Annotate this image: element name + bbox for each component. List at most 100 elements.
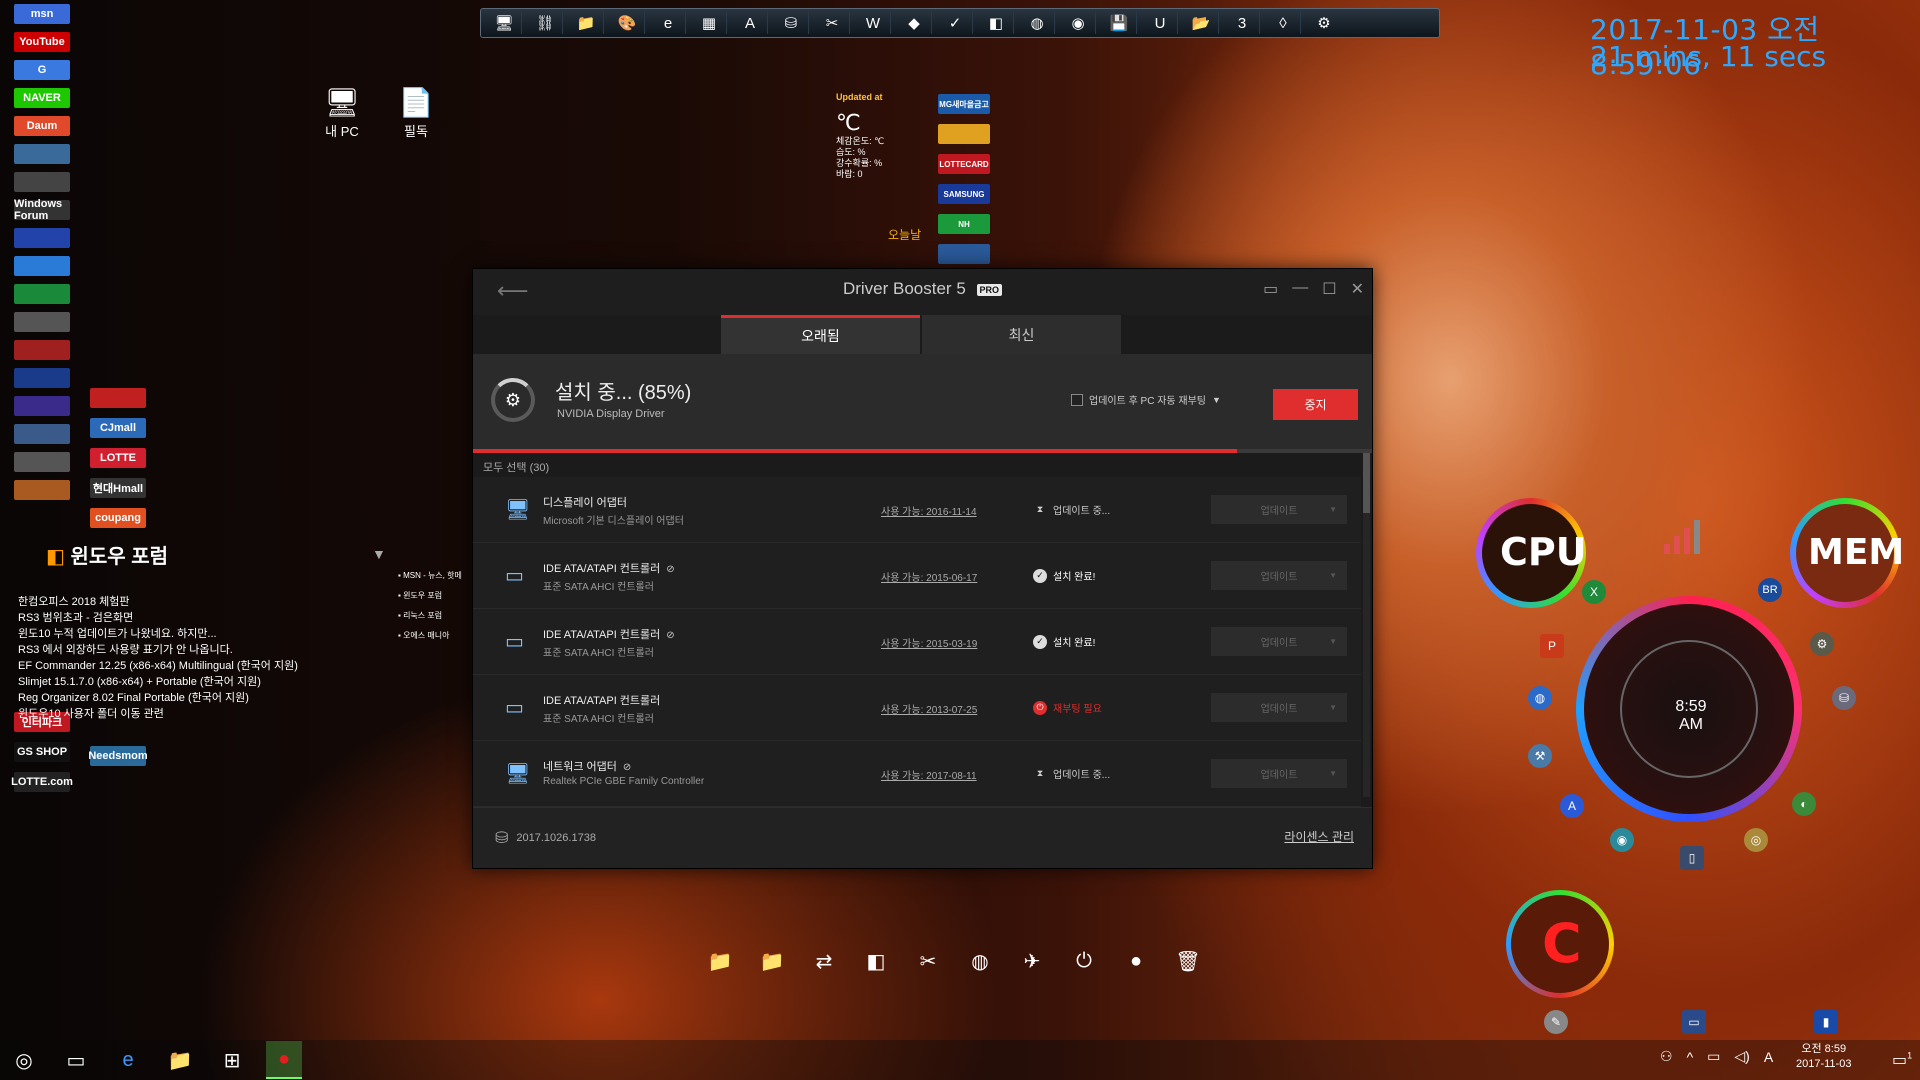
- site-link[interactable]: coupang: [90, 508, 146, 528]
- stop-button[interactable]: 중지: [1273, 389, 1358, 420]
- site-link[interactable]: YouTube: [14, 32, 70, 52]
- site-link[interactable]: [14, 312, 70, 332]
- globe-icon[interactable]: ◍: [1020, 12, 1055, 34]
- notification-icon[interactable]: ▭1: [1892, 1050, 1912, 1070]
- site-link[interactable]: [14, 144, 70, 164]
- network-tray-icon[interactable]: ▭: [1707, 1048, 1720, 1065]
- folder-icon[interactable]: 📁: [569, 12, 604, 34]
- drop-icon[interactable]: ◊: [1266, 12, 1301, 34]
- volume-icon[interactable]: ◁): [1734, 1048, 1749, 1065]
- chevron-up-icon[interactable]: ^: [1687, 1049, 1694, 1065]
- site-link[interactable]: msn: [14, 4, 70, 24]
- trash-icon[interactable]: 🗑: [1172, 948, 1204, 974]
- driver-available-date[interactable]: 사용 가능: 2016-11-14: [881, 503, 977, 518]
- power-icon[interactable]: ⏻: [1068, 948, 1100, 974]
- site-link[interactable]: [14, 284, 70, 304]
- settings-icon[interactable]: ⚙: [1810, 632, 1834, 656]
- site-link[interactable]: [14, 452, 70, 472]
- brush-icon[interactable]: ✎: [1544, 1010, 1568, 1034]
- u-icon[interactable]: U: [1143, 12, 1178, 34]
- scroll-thumb[interactable]: [1363, 453, 1370, 513]
- drive-icon[interactable]: ⛁: [774, 12, 809, 34]
- maximize-icon[interactable]: ☐: [1322, 279, 1336, 299]
- update-button[interactable]: 업데이트 ▼: [1211, 495, 1347, 524]
- word-a-icon[interactable]: A: [1560, 794, 1584, 818]
- rss-dropdown-icon[interactable]: ▼: [372, 546, 386, 562]
- word-icon[interactable]: W: [856, 12, 891, 34]
- site-link[interactable]: [14, 340, 70, 360]
- driver-available-date[interactable]: 사용 가능: 2015-06-17: [881, 569, 977, 584]
- chevron-down-icon[interactable]: ▼: [1329, 769, 1337, 778]
- screen-icon[interactable]: ▭: [1682, 1010, 1706, 1034]
- globe-icon[interactable]: ◍: [964, 948, 996, 974]
- driver-available-date[interactable]: 사용 가능: 2015-03-19: [881, 635, 977, 650]
- tab-outdated[interactable]: 오래됨: [721, 315, 920, 354]
- site-link[interactable]: [14, 172, 70, 192]
- folder-icon[interactable]: 📁: [756, 948, 788, 974]
- update-button[interactable]: 업데이트 ▼: [1211, 693, 1347, 722]
- rss-feed-item[interactable]: ▪ MSN - 뉴스, 핫메: [398, 566, 462, 586]
- tools-icon[interactable]: ✂: [912, 948, 944, 974]
- rss-item[interactable]: RS3 범위초과 - 검은화면: [18, 610, 298, 626]
- update-button[interactable]: 업데이트 ▼: [1211, 627, 1347, 656]
- bank-link[interactable]: MG새마을금고: [938, 94, 990, 114]
- explorer-icon[interactable]: 📁: [162, 1042, 198, 1078]
- bank-link[interactable]: SAMSUNG: [938, 184, 990, 204]
- excel-icon[interactable]: X: [1582, 580, 1606, 604]
- auto-restart-checkbox[interactable]: [1071, 393, 1083, 406]
- rss-item[interactable]: 윈도10 누적 업데이트가 나왔네요. 하지만...: [18, 626, 298, 642]
- site-link[interactable]: [14, 368, 70, 388]
- site-link[interactable]: Needsmom: [88, 746, 148, 766]
- tab-up-to-date[interactable]: 최신: [922, 315, 1121, 354]
- site-link[interactable]: 현대Hmall: [90, 478, 146, 498]
- plane-icon[interactable]: ✈: [1016, 948, 1048, 974]
- palette-icon[interactable]: 🎨: [610, 12, 645, 34]
- chevron-down-icon[interactable]: ▼: [1329, 571, 1337, 580]
- camera-icon[interactable]: ◉: [1610, 828, 1634, 852]
- rss-feed-item[interactable]: ▪ 윈도우 포럼: [398, 586, 462, 606]
- update-button[interactable]: 업데이트 ▼: [1211, 561, 1347, 590]
- bank-link[interactable]: [938, 124, 990, 144]
- network-icon[interactable]: ⛓: [528, 12, 563, 34]
- globe-icon[interactable]: ◐: [1792, 792, 1816, 816]
- ie-icon[interactable]: e: [651, 12, 686, 34]
- bluray-icon[interactable]: BR: [1758, 578, 1782, 602]
- app-icon[interactable]: ◍: [1528, 686, 1552, 710]
- list-scrollbar[interactable]: [1363, 453, 1370, 797]
- site-link[interactable]: [14, 480, 70, 500]
- rss-icon[interactable]: ◧: [860, 948, 892, 974]
- site-link[interactable]: Windows Forum: [14, 198, 70, 222]
- rss-widget-title[interactable]: ◧ 윈도우 포럼: [46, 540, 168, 569]
- task-view-icon[interactable]: ▭: [58, 1042, 94, 1078]
- taskbar-clock[interactable]: 오전 8:59 2017-11-03: [1796, 1042, 1851, 1072]
- tool-icon[interactable]: ⚒: [1528, 744, 1552, 768]
- edge-icon[interactable]: e: [110, 1042, 146, 1078]
- eye-icon[interactable]: ◉: [1061, 12, 1096, 34]
- phone-blue-icon[interactable]: ▮: [1814, 1010, 1838, 1034]
- rss-item[interactable]: Slimjet 15.1.7.0 (x86-x64) + Portable (한…: [18, 674, 298, 690]
- site-link[interactable]: [90, 388, 146, 408]
- update-button[interactable]: 업데이트 ▼: [1211, 759, 1347, 788]
- rss-icon[interactable]: ◧: [979, 12, 1014, 34]
- site-link[interactable]: LOTTE: [90, 448, 146, 468]
- burn-icon[interactable]: ◎: [1744, 828, 1768, 852]
- tools-icon[interactable]: ✂: [815, 12, 850, 34]
- site-link[interactable]: LOTTE.com: [11, 772, 73, 792]
- recording-icon[interactable]: ●: [266, 1041, 302, 1079]
- rss-feed-item[interactable]: ▪ 오에스 매니아: [398, 626, 462, 646]
- rss-item[interactable]: 한컴오피스 2018 체험판: [18, 594, 298, 610]
- rss-item[interactable]: RS3 에서 외장하드 사용량 표기가 안 나옵니다.: [18, 642, 298, 658]
- bank-link[interactable]: NH: [938, 214, 990, 234]
- rss-item[interactable]: Reg Organizer 8.02 Final Portable (한국어 지…: [18, 690, 298, 706]
- disk-icon[interactable]: ⛁: [1832, 686, 1856, 710]
- site-link[interactable]: CJmall: [90, 418, 146, 438]
- site-link[interactable]: [14, 424, 70, 444]
- select-all-label[interactable]: 모두 선택 (30): [483, 459, 549, 475]
- monitor-icon[interactable]: 🖥: [487, 12, 522, 34]
- rss-feed-item[interactable]: ▪ 리눅스 포럼: [398, 606, 462, 626]
- avast-icon[interactable]: A: [733, 12, 768, 34]
- site-link[interactable]: [14, 256, 70, 276]
- powerpoint-icon[interactable]: P: [1540, 634, 1564, 658]
- calendar3-icon[interactable]: 3: [1225, 12, 1260, 34]
- driver-available-date[interactable]: 사용 가능: 2017-08-11: [881, 767, 977, 782]
